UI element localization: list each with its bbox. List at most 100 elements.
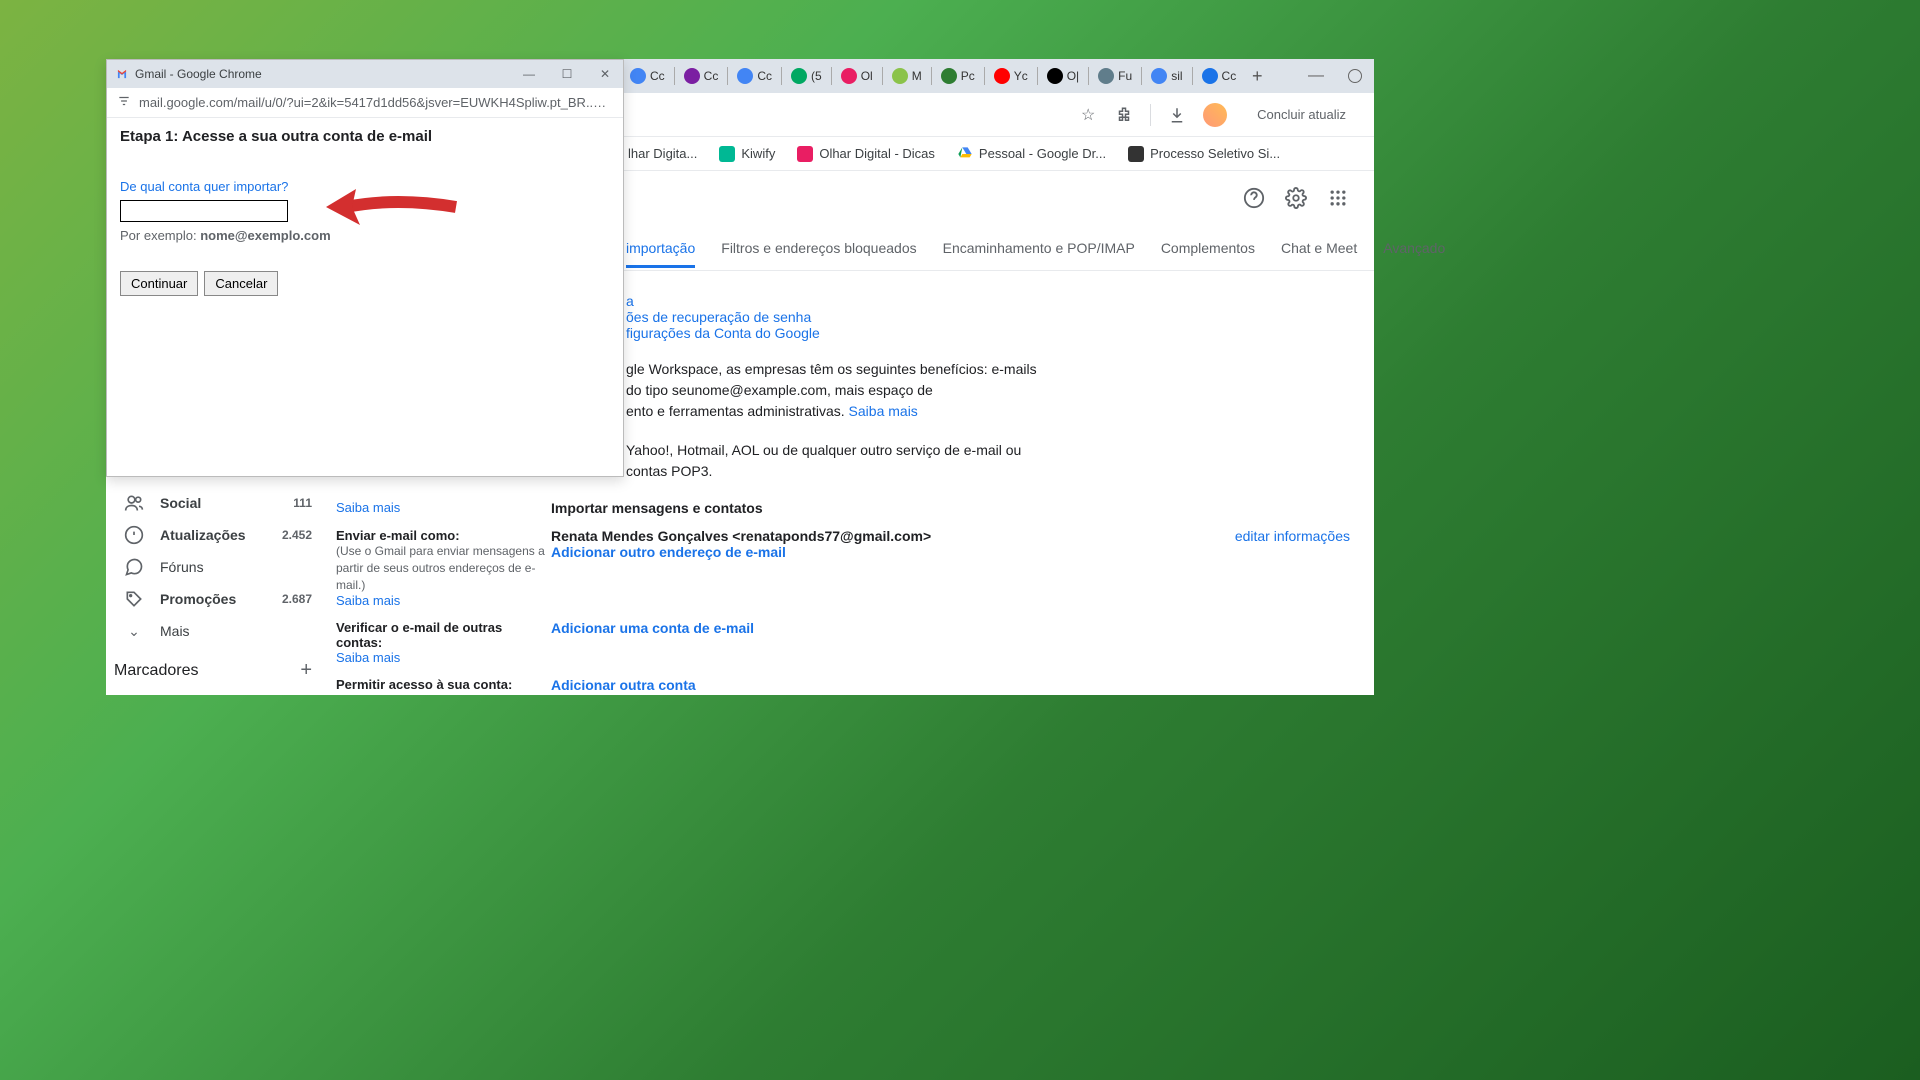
browser-tab[interactable]: sil [1145, 68, 1188, 84]
sidebar-category[interactable]: Atualizações2.452 [106, 519, 326, 551]
tab-favicon [892, 68, 908, 84]
gmail-icon [115, 67, 129, 81]
browser-tab[interactable]: M [886, 68, 928, 84]
settings-tab[interactable]: Avançado [1383, 240, 1445, 268]
grant-access-title: Permitir acesso à sua conta: [336, 677, 512, 692]
help-icon[interactable] [1242, 186, 1266, 210]
star-icon[interactable]: ☆ [1078, 105, 1098, 125]
chat-icon [124, 557, 144, 577]
site-info-icon[interactable] [117, 94, 131, 111]
separator [1150, 104, 1151, 126]
tab-favicon [1202, 68, 1218, 84]
sidebar-category[interactable]: Promoções2.687 [106, 583, 326, 615]
check-other-learn-more[interactable]: Saiba mais [336, 650, 400, 665]
import-learn-more[interactable]: Saiba mais [336, 500, 400, 515]
row-send-as: Enviar e-mail como: (Use o Gmail para en… [326, 528, 1374, 620]
check-other-title: Verificar o e-mail de outras contas: [336, 620, 502, 650]
browser-tab[interactable]: (5 [785, 68, 828, 84]
import-email-field[interactable] [120, 200, 288, 222]
sidebar-more-label: Mais [160, 623, 190, 639]
settings-tab[interactable]: importação [626, 240, 695, 268]
sidebar-item-label: Fóruns [160, 559, 204, 575]
bookmark-item[interactable]: Kiwify [719, 146, 775, 162]
tab-label: Cc [1222, 69, 1237, 83]
tab-separator [1141, 67, 1142, 85]
popup-url-text: mail.google.com/mail/u/0/?ui=2&ik=5417d1… [139, 95, 613, 110]
browser-tab[interactable]: Ol [835, 68, 879, 84]
tab-favicon [941, 68, 957, 84]
settings-gear-icon[interactable] [1284, 186, 1308, 210]
add-delegate-account[interactable]: Adicionar outra conta [551, 677, 696, 693]
maximize-icon[interactable] [1348, 69, 1362, 83]
workspace-learn-more[interactable]: Saiba mais [849, 403, 918, 419]
popup-titlebar[interactable]: Gmail - Google Chrome — ☐ ✕ [107, 60, 623, 88]
new-tab-button[interactable]: + [1245, 64, 1269, 88]
browser-tab[interactable]: Cc [624, 68, 671, 84]
grant-access-subtitle: (Permite que outros leiam e enviem e-mai… [336, 692, 551, 695]
sidebar-more[interactable]: ⌄ Mais [106, 615, 326, 647]
apps-grid-icon[interactable] [1326, 186, 1350, 210]
people-icon [124, 493, 144, 513]
minimize-icon[interactable]: — [1308, 67, 1324, 85]
browser-tab[interactable]: Cc [678, 68, 725, 84]
add-label-icon[interactable]: + [300, 659, 312, 682]
settings-tab[interactable]: Encaminhamento e POP/IMAP [943, 240, 1135, 268]
popup-title: Gmail - Google Chrome [135, 67, 262, 81]
update-button[interactable]: Concluir atualiz [1243, 101, 1360, 128]
browser-tab[interactable]: Pc [935, 68, 981, 84]
labels-header: Marcadores + [106, 647, 326, 682]
continue-button[interactable]: Continuar [120, 271, 198, 296]
add-send-as-address[interactable]: Adicionar outro endereço de e-mail [551, 544, 786, 560]
extensions-icon[interactable] [1114, 105, 1134, 125]
bookmark-icon [957, 146, 973, 162]
tab-separator [674, 67, 675, 85]
tab-label: Fu [1118, 69, 1132, 83]
sidebar-item-label: Atualizações [160, 527, 246, 543]
tab-separator [831, 67, 832, 85]
tab-separator [984, 67, 985, 85]
tag-icon [124, 589, 144, 609]
bookmark-item[interactable]: Pessoal - Google Dr... [957, 146, 1106, 162]
popup-close-icon[interactable]: ✕ [595, 67, 615, 81]
add-email-account[interactable]: Adicionar uma conta de e-mail [551, 620, 754, 636]
browser-tab[interactable]: Cc [731, 68, 778, 84]
cancel-button[interactable]: Cancelar [204, 271, 278, 296]
row-check-other: Verificar o e-mail de outras contas: Sai… [326, 620, 1374, 677]
popup-maximize-icon[interactable]: ☐ [557, 67, 577, 81]
tab-favicon [1151, 68, 1167, 84]
import-question: De qual conta quer importar? [120, 179, 610, 194]
browser-tab[interactable]: Yc [988, 68, 1034, 84]
account-link-3[interactable]: figurações da Conta do Google [626, 325, 1374, 341]
browser-tab[interactable]: Cc [1196, 68, 1243, 84]
import-contacts-action[interactable]: Importar mensagens e contatos [551, 500, 763, 516]
bookmark-item[interactable]: Processo Seletivo Si... [1128, 146, 1280, 162]
sidebar-count: 111 [293, 496, 312, 510]
sidebar-category[interactable]: Social111 [106, 487, 326, 519]
bookmark-label: Processo Seletivo Si... [1150, 146, 1280, 161]
chevron-down-icon: ⌄ [124, 621, 144, 641]
settings-tab[interactable]: Complementos [1161, 240, 1255, 268]
profile-avatar[interactable] [1203, 103, 1227, 127]
send-as-learn-more[interactable]: Saiba mais [336, 593, 400, 608]
popup-minimize-icon[interactable]: — [519, 67, 539, 81]
tab-favicon [841, 68, 857, 84]
settings-tab[interactable]: Chat e Meet [1281, 240, 1357, 268]
sidebar-category[interactable]: Fóruns [106, 551, 326, 583]
account-link-2[interactable]: ões de recuperação de senha [626, 309, 1374, 325]
browser-tab[interactable]: Fu [1092, 68, 1138, 84]
tab-separator [727, 67, 728, 85]
browser-tab[interactable]: O| [1041, 68, 1085, 84]
popup-buttons: Continuar Cancelar [120, 271, 610, 296]
tab-label: sil [1171, 69, 1182, 83]
download-icon[interactable] [1167, 105, 1187, 125]
tab-favicon [994, 68, 1010, 84]
bookmark-label: Kiwify [741, 146, 775, 161]
bookmark-item[interactable]: Olhar Digital - Dicas [797, 146, 935, 162]
settings-tab[interactable]: Filtros e endereços bloqueados [721, 240, 916, 268]
tab-separator [1037, 67, 1038, 85]
tab-separator [931, 67, 932, 85]
header-actions [1242, 186, 1350, 210]
account-link-1[interactable]: a [626, 293, 1374, 309]
edit-info-link[interactable]: editar informações [1235, 528, 1374, 544]
sidebar-item-label: Promoções [160, 591, 236, 607]
